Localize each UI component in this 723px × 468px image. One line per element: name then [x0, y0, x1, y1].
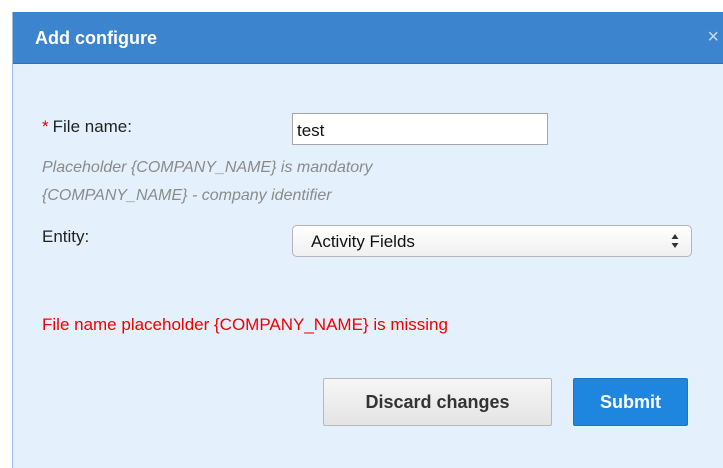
dialog-title: Add configure — [35, 28, 157, 48]
file-name-input[interactable] — [292, 113, 548, 145]
file-name-label: File name: — [52, 117, 132, 136]
entity-selected-value: Activity Fields — [311, 232, 415, 251]
error-message: File name placeholder {COMPANY_NAME} is … — [42, 315, 448, 334]
close-icon[interactable]: × — [707, 26, 719, 48]
submit-button[interactable]: Submit — [573, 378, 688, 426]
hint-mandatory: Placeholder {COMPANY_NAME} is mandatory — [42, 159, 373, 176]
required-marker: * — [42, 117, 49, 136]
up-down-arrows-icon — [671, 234, 679, 248]
add-configure-dialog: Add configure × *File name: Placeholder … — [12, 12, 723, 468]
entity-label: Entity: — [42, 227, 90, 246]
discard-changes-button[interactable]: Discard changes — [323, 378, 552, 426]
file-name-label-row: * File name: — [42, 116, 132, 138]
dialog-titlebar: Add configure × — [13, 12, 723, 64]
entity-select[interactable]: Activity Fields — [292, 225, 692, 257]
hint-identifier: {COMPANY_NAME} - company identifier — [42, 187, 332, 204]
